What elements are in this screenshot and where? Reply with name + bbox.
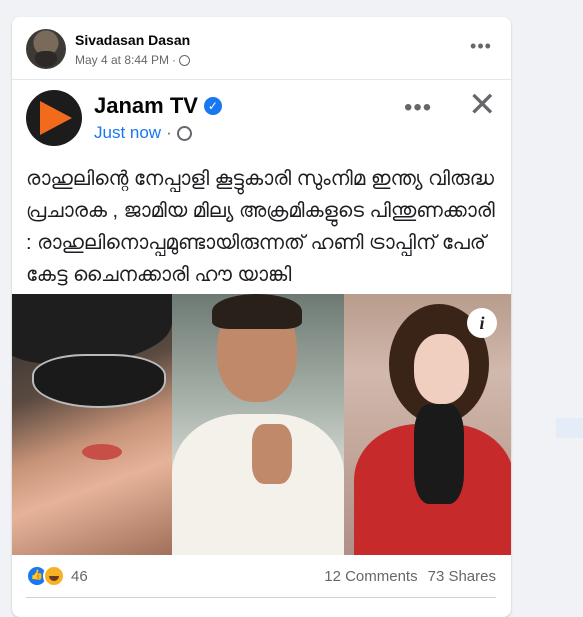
photo-man-thumbs-up [172, 294, 344, 555]
shared-header: Janam TV ✓ Just now · ••• ✕ [26, 88, 501, 150]
reaction-count[interactable]: 46 [71, 568, 88, 585]
reactions[interactable]: 👍 46 [26, 565, 88, 587]
author-name[interactable]: Sivadasan Dasan [75, 32, 190, 48]
photo-woman-red-dress: i [344, 294, 511, 555]
footer-divider [26, 597, 496, 598]
page-name-row: Janam TV ✓ [94, 93, 222, 119]
post-card: Sivadasan Dasan May 4 at 8:44 PM · ••• J… [12, 17, 511, 617]
verified-badge-icon: ✓ [203, 97, 222, 115]
shared-meta: Just now · [94, 123, 192, 143]
shared-meta-separator: · [166, 123, 172, 142]
post-image[interactable]: i [12, 294, 511, 555]
side-marker [556, 418, 583, 438]
shared-time[interactable]: Just now [94, 123, 161, 143]
page-name[interactable]: Janam TV [94, 93, 198, 119]
haha-reaction-icon [43, 565, 65, 587]
author-avatar[interactable] [26, 29, 66, 69]
globe-icon [176, 125, 192, 141]
close-icon[interactable]: ✕ [468, 88, 497, 122]
post-date[interactable]: May 4 at 8:44 PM [75, 53, 169, 67]
shared-options-button[interactable]: ••• [404, 94, 432, 122]
shared-post: Janam TV ✓ Just now · ••• ✕ രാഹുലിന്റെ ന… [12, 79, 511, 558]
engagement-counts: 12 Comments 73 Shares [324, 568, 496, 585]
post-header: Sivadasan Dasan May 4 at 8:44 PM · ••• [26, 29, 496, 73]
meta-separator: · [172, 53, 177, 67]
reaction-icons: 👍 [26, 565, 65, 587]
post-caption: രാഹുലിന്റെ നേപ്പാളി കൂട്ടുകാരി സുംനിമ ഇന… [26, 168, 495, 286]
info-icon[interactable]: i [467, 308, 497, 338]
post-meta: May 4 at 8:44 PM · [75, 53, 191, 67]
comments-count[interactable]: 12 Comments [324, 568, 417, 585]
post-options-button[interactable]: ••• [466, 37, 496, 59]
globe-icon [179, 54, 191, 66]
janam-tv-logo[interactable] [26, 90, 82, 146]
photo-woman-sunglasses [12, 294, 172, 555]
post-footer: 👍 46 12 Comments 73 Shares [26, 562, 496, 590]
shares-count[interactable]: 73 Shares [428, 568, 496, 585]
